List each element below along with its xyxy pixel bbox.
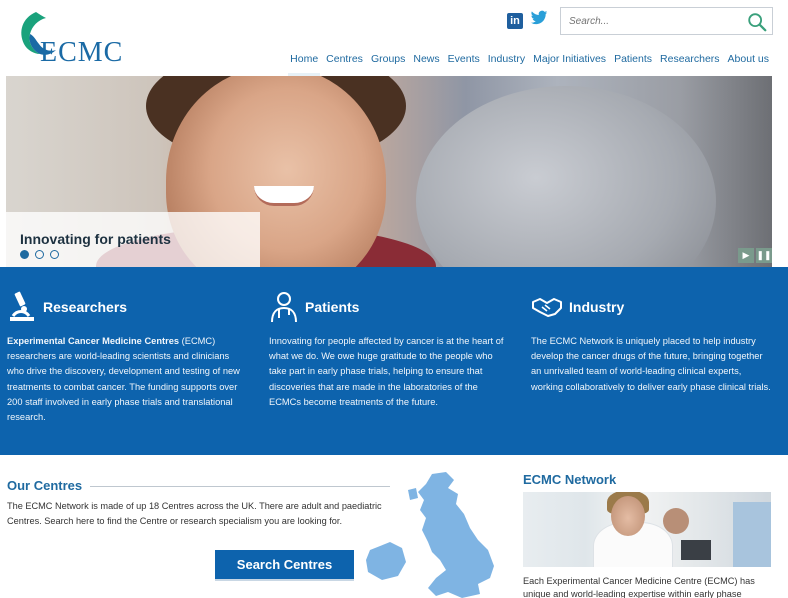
nav-major-initiatives[interactable]: Major Initiatives (529, 52, 610, 66)
researchers-column: Researchers Experimental Cancer Medicine… (7, 289, 247, 425)
ecmc-network-text: Each Experimental Cancer Medicine Centre… (523, 576, 755, 598)
nav-groups[interactable]: Groups (367, 52, 409, 66)
nav-events[interactable]: Events (444, 52, 484, 66)
researchers-body: (ECMC) researchers are world-leading sci… (7, 336, 240, 423)
hero-image-patient (416, 86, 716, 267)
twitter-icon[interactable] (530, 10, 548, 31)
site-search (560, 7, 773, 35)
industry-column: Industry The ECMC Network is uniquely pl… (531, 289, 771, 395)
doctor-icon (271, 292, 297, 323)
uk-map-image (366, 472, 494, 598)
pause-icon[interactable]: ❚❚ (756, 248, 772, 263)
patients-column: Patients Innovating for people affected … (269, 289, 509, 410)
nav-centres[interactable]: Centres (322, 52, 367, 66)
nav-industry[interactable]: Industry (484, 52, 529, 66)
centres-divider (90, 486, 390, 487)
researchers-title: Researchers (43, 299, 128, 315)
researchers-text: Experimental Cancer Medicine Centres (EC… (7, 334, 247, 425)
patients-title: Patients (305, 299, 360, 315)
carousel-controls: ▶ ❚❚ (738, 248, 772, 263)
network-image-scientist (611, 496, 645, 536)
network-image-monitor (681, 540, 711, 560)
nav-researchers[interactable]: Researchers (656, 52, 724, 66)
linkedin-icon[interactable]: in (507, 13, 523, 29)
network-image-equipment (733, 502, 771, 567)
hero-carousel[interactable]: Innovating for patients ▶ ❚❚ (6, 76, 772, 267)
logo-text: ECMC (40, 37, 124, 68)
play-icon[interactable]: ▶ (738, 248, 754, 263)
carousel-dot-1[interactable] (20, 250, 29, 259)
search-icon[interactable] (746, 11, 768, 33)
search-input[interactable] (561, 8, 731, 34)
network-image[interactable] (523, 492, 771, 567)
search-centres-button[interactable]: Search Centres (215, 550, 354, 579)
hero-caption: Innovating for patients (20, 231, 171, 247)
network-image-colleague (663, 508, 689, 534)
carousel-dots (20, 250, 59, 259)
ecmc-logo[interactable]: ECMC (10, 8, 130, 68)
our-centres-title: Our Centres (7, 478, 83, 493)
patients-text: Innovating for people affected by cancer… (269, 336, 504, 407)
industry-title: Industry (569, 299, 625, 315)
industry-text: The ECMC Network is uniquely placed to h… (531, 336, 771, 392)
nav-patients[interactable]: Patients (610, 52, 656, 66)
nav-about-us[interactable]: About us (724, 52, 773, 66)
researchers-lead: Experimental Cancer Medicine Centres (7, 336, 180, 346)
nav-home[interactable]: Home (286, 52, 322, 76)
industry-heading[interactable]: Industry (531, 289, 771, 325)
carousel-dot-2[interactable] (35, 250, 44, 259)
patients-heading[interactable]: Patients (269, 289, 509, 325)
carousel-dot-3[interactable] (50, 250, 59, 259)
nav-news[interactable]: News (409, 52, 443, 66)
our-centres-text: The ECMC Network is made of up 18 Centre… (7, 501, 382, 526)
handshake-icon (532, 298, 562, 317)
researchers-heading[interactable]: Researchers (7, 289, 247, 325)
microscope-icon (10, 291, 34, 321)
audience-band: Researchers Experimental Cancer Medicine… (0, 267, 788, 455)
ecmc-network-title[interactable]: ECMC Network (523, 472, 616, 487)
main-nav: Home Centres Groups News Events Industry… (286, 52, 773, 76)
